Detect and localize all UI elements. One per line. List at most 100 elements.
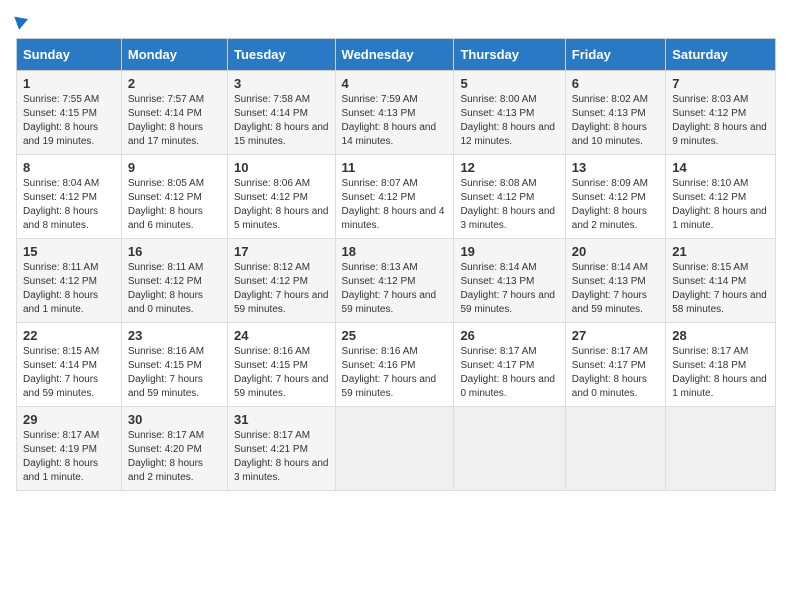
calendar-cell: 18Sunrise: 8:13 AMSunset: 4:12 PMDayligh… [335, 239, 454, 323]
cell-info: Sunrise: 8:17 AMSunset: 4:21 PMDaylight:… [234, 429, 329, 485]
day-number: 7 [672, 76, 769, 91]
week-row-5: 29 Sunrise: 8:17 AMSunset: 4:19 PMDayligh… [17, 407, 776, 491]
day-number: 25 [342, 328, 448, 343]
cell-info: Sunrise: 8:14 AMSunset: 4:13 PMDaylight:… [572, 261, 659, 317]
calendar-cell: 20 Sunrise: 8:14 AMSunset: 4:13 PMDayligh… [565, 239, 665, 323]
calendar-cell: 31Sunrise: 8:17 AMSunset: 4:21 PMDayligh… [227, 407, 335, 491]
day-number: 16 [128, 244, 221, 259]
calendar-cell: 14 Sunrise: 8:10 AMSunset: 4:12 PMDayligh… [666, 155, 776, 239]
day-number: 11 [342, 160, 448, 175]
day-number: 21 [672, 244, 769, 259]
calendar-cell: 24 Sunrise: 8:16 AMSunset: 4:15 PMDayligh… [227, 323, 335, 407]
cell-info: Sunrise: 8:05 AMSunset: 4:12 PMDaylight:… [128, 177, 221, 233]
cell-info: Sunrise: 8:16 AMSunset: 4:15 PMDaylight:… [128, 345, 221, 401]
day-number: 13 [572, 160, 659, 175]
day-number: 17 [234, 244, 329, 259]
cell-info: Sunrise: 7:59 AMSunset: 4:13 PMDaylight:… [342, 93, 448, 149]
day-number: 6 [572, 76, 659, 91]
day-number: 29 [23, 412, 115, 427]
calendar-cell [666, 407, 776, 491]
calendar-cell [335, 407, 454, 491]
calendar-cell: 12 Sunrise: 8:08 AMSunset: 4:12 PMDayligh… [454, 155, 565, 239]
week-row-3: 15 Sunrise: 8:11 AMSunset: 4:12 PMDayligh… [17, 239, 776, 323]
day-number: 20 [572, 244, 659, 259]
cell-info: Sunrise: 8:12 AMSunset: 4:12 PMDaylight:… [234, 261, 329, 317]
weekday-monday: Monday [121, 39, 227, 71]
day-number: 22 [23, 328, 115, 343]
cell-info: Sunrise: 8:17 AMSunset: 4:19 PMDaylight:… [23, 429, 115, 485]
cell-info: Sunrise: 8:17 AMSunset: 4:18 PMDaylight:… [672, 345, 769, 401]
calendar-cell: 11 Sunrise: 8:07 AMSunset: 4:12 PMDayligh… [335, 155, 454, 239]
weekday-saturday: Saturday [666, 39, 776, 71]
calendar-cell: 4 Sunrise: 7:59 AMSunset: 4:13 PMDaylight… [335, 71, 454, 155]
week-row-1: 1Sunrise: 7:55 AMSunset: 4:15 PMDaylight… [17, 71, 776, 155]
calendar-cell: 1Sunrise: 7:55 AMSunset: 4:15 PMDaylight… [17, 71, 122, 155]
day-number: 12 [460, 160, 558, 175]
day-number: 30 [128, 412, 221, 427]
calendar-cell: 9 Sunrise: 8:05 AMSunset: 4:12 PMDaylight… [121, 155, 227, 239]
weekday-friday: Friday [565, 39, 665, 71]
calendar-table: SundayMondayTuesdayWednesdayThursdayFrid… [16, 38, 776, 491]
weekday-sunday: Sunday [17, 39, 122, 71]
cell-info: Sunrise: 8:10 AMSunset: 4:12 PMDaylight:… [672, 177, 769, 233]
calendar-cell: 10Sunrise: 8:06 AMSunset: 4:12 PMDayligh… [227, 155, 335, 239]
cell-info: Sunrise: 8:16 AMSunset: 4:15 PMDaylight:… [234, 345, 329, 401]
day-number: 19 [460, 244, 558, 259]
weekday-header-row: SundayMondayTuesdayWednesdayThursdayFrid… [17, 39, 776, 71]
cell-info: Sunrise: 8:09 AMSunset: 4:12 PMDaylight:… [572, 177, 659, 233]
calendar-cell: 2 Sunrise: 7:57 AMSunset: 4:14 PMDaylight… [121, 71, 227, 155]
calendar-cell: 7 Sunrise: 8:03 AMSunset: 4:12 PMDaylight… [666, 71, 776, 155]
cell-info: Sunrise: 8:11 AMSunset: 4:12 PMDaylight:… [128, 261, 221, 317]
calendar-cell: 22 Sunrise: 8:15 AMSunset: 4:14 PMDayligh… [17, 323, 122, 407]
cell-info: Sunrise: 8:07 AMSunset: 4:12 PMDaylight:… [342, 177, 448, 233]
cell-info: Sunrise: 8:15 AMSunset: 4:14 PMDaylight:… [672, 261, 769, 317]
week-row-2: 8 Sunrise: 8:04 AMSunset: 4:12 PMDaylight… [17, 155, 776, 239]
calendar-cell: 16 Sunrise: 8:11 AMSunset: 4:12 PMDayligh… [121, 239, 227, 323]
day-number: 8 [23, 160, 115, 175]
calendar-cell: 6 Sunrise: 8:02 AMSunset: 4:13 PMDaylight… [565, 71, 665, 155]
calendar-cell: 23 Sunrise: 8:16 AMSunset: 4:15 PMDayligh… [121, 323, 227, 407]
day-number: 4 [342, 76, 448, 91]
calendar-cell: 28Sunrise: 8:17 AMSunset: 4:18 PMDayligh… [666, 323, 776, 407]
cell-info: Sunrise: 8:17 AMSunset: 4:17 PMDaylight:… [572, 345, 659, 401]
day-number: 2 [128, 76, 221, 91]
day-number: 23 [128, 328, 221, 343]
cell-info: Sunrise: 8:00 AMSunset: 4:13 PMDaylight:… [460, 93, 558, 149]
day-number: 3 [234, 76, 329, 91]
weekday-thursday: Thursday [454, 39, 565, 71]
calendar-cell: 5 Sunrise: 8:00 AMSunset: 4:13 PMDaylight… [454, 71, 565, 155]
calendar-cell: 27 Sunrise: 8:17 AMSunset: 4:17 PMDayligh… [565, 323, 665, 407]
cell-info: Sunrise: 8:15 AMSunset: 4:14 PMDaylight:… [23, 345, 115, 401]
day-number: 24 [234, 328, 329, 343]
cell-info: Sunrise: 7:55 AMSunset: 4:15 PMDaylight:… [23, 93, 115, 149]
cell-info: Sunrise: 8:16 AMSunset: 4:16 PMDaylight:… [342, 345, 448, 401]
calendar-cell [454, 407, 565, 491]
day-number: 15 [23, 244, 115, 259]
cell-info: Sunrise: 7:57 AMSunset: 4:14 PMDaylight:… [128, 93, 221, 149]
calendar-cell: 21 Sunrise: 8:15 AMSunset: 4:14 PMDayligh… [666, 239, 776, 323]
day-number: 14 [672, 160, 769, 175]
day-number: 9 [128, 160, 221, 175]
cell-info: Sunrise: 8:04 AMSunset: 4:12 PMDaylight:… [23, 177, 115, 233]
day-number: 27 [572, 328, 659, 343]
day-number: 5 [460, 76, 558, 91]
cell-info: Sunrise: 8:08 AMSunset: 4:12 PMDaylight:… [460, 177, 558, 233]
logo [16, 16, 29, 28]
logo-arrow-icon [14, 12, 30, 29]
cell-info: Sunrise: 7:58 AMSunset: 4:14 PMDaylight:… [234, 93, 329, 149]
cell-info: Sunrise: 8:14 AMSunset: 4:13 PMDaylight:… [460, 261, 558, 317]
cell-info: Sunrise: 8:13 AMSunset: 4:12 PMDaylight:… [342, 261, 448, 317]
calendar-cell: 17 Sunrise: 8:12 AMSunset: 4:12 PMDayligh… [227, 239, 335, 323]
calendar-cell: 29 Sunrise: 8:17 AMSunset: 4:19 PMDayligh… [17, 407, 122, 491]
page-header [16, 16, 776, 28]
calendar-cell: 25 Sunrise: 8:16 AMSunset: 4:16 PMDayligh… [335, 323, 454, 407]
weekday-tuesday: Tuesday [227, 39, 335, 71]
cell-info: Sunrise: 8:02 AMSunset: 4:13 PMDaylight:… [572, 93, 659, 149]
day-number: 10 [234, 160, 329, 175]
cell-info: Sunrise: 8:03 AMSunset: 4:12 PMDaylight:… [672, 93, 769, 149]
day-number: 26 [460, 328, 558, 343]
calendar-cell: 13 Sunrise: 8:09 AMSunset: 4:12 PMDayligh… [565, 155, 665, 239]
calendar-cell: 30Sunrise: 8:17 AMSunset: 4:20 PMDayligh… [121, 407, 227, 491]
calendar-cell: 19 Sunrise: 8:14 AMSunset: 4:13 PMDayligh… [454, 239, 565, 323]
week-row-4: 22 Sunrise: 8:15 AMSunset: 4:14 PMDayligh… [17, 323, 776, 407]
